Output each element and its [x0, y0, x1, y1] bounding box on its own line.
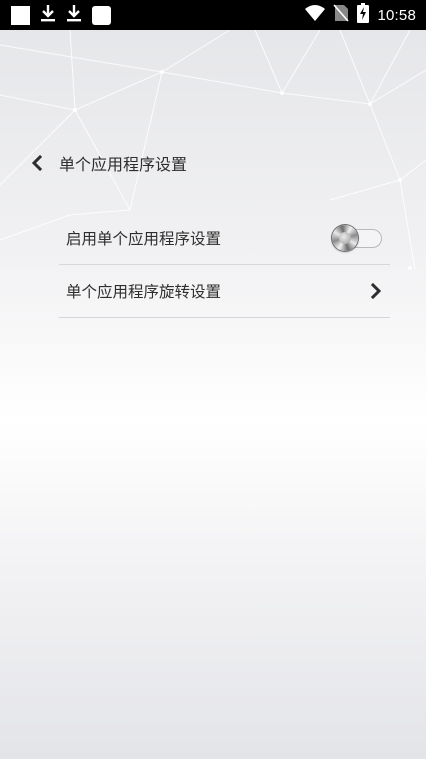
enable-app-settings-toggle[interactable] [332, 225, 384, 251]
app-rotation-settings-row[interactable]: 单个应用程序旋转设置 [59, 265, 390, 318]
wifi-icon [305, 5, 326, 25]
settings-list: 启用单个应用程序设置 单个应用程序旋转设置 [59, 212, 390, 318]
status-bar-left [11, 5, 111, 25]
toggle-knob [332, 225, 358, 251]
clock-time: 10:58 [377, 6, 416, 24]
chevron-right-icon[interactable] [370, 283, 382, 299]
notification-square-icon [92, 5, 111, 25]
battery-charging-icon [357, 3, 370, 27]
notification-square-icon [11, 5, 30, 25]
chevron-left-icon[interactable] [30, 153, 46, 173]
status-bar: 10:58 [0, 0, 426, 30]
enable-app-settings-row[interactable]: 启用单个应用程序设置 [59, 212, 390, 265]
no-sim-icon [333, 4, 350, 26]
page-title: 单个应用程序设置 [59, 155, 188, 174]
page-header: 单个应用程序设置 [30, 150, 187, 176]
app-rotation-settings-label: 单个应用程序旋转设置 [66, 283, 222, 301]
download-icon [66, 4, 82, 26]
enable-app-settings-label: 启用单个应用程序设置 [66, 230, 222, 248]
status-bar-right: 10:58 [305, 3, 416, 27]
download-icon [40, 4, 56, 26]
